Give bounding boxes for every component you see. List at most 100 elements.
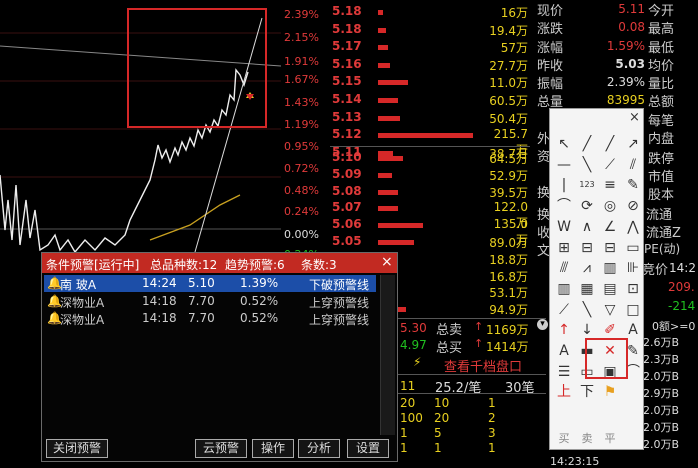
settings-button[interactable]: 设置 [347,439,389,458]
depth-row[interactable]: 5.18 19.4万 [330,22,530,39]
up-arrow-tool-icon[interactable]: ↑ [554,320,574,340]
drawing-toolbox[interactable]: × ↖ ╱ ╱ ↗ — ╲ ⟋ ⫽ | 123 ≡ ✎ ⌒ ⟳ ◎ ⊘ W ∧ ∠ ⋀ ⊞ ⊟ ⊟ ▭ ⫻ ⩘ ▥ ⊪ ▥ ▦ ▤ ⊡ ⟋ ╲ ▽ □… [549,108,644,450]
analyze-button[interactable]: 分析 [298,439,340,458]
menu-tool-icon[interactable]: ☰ [554,362,574,382]
depth-row[interactable]: 5.14 60.5万 [330,92,530,109]
quote-value: 1.59% [606,39,645,53]
depth-price: 5.17 [332,39,362,54]
depth-row[interactable]: 5.13 50.4万 [330,110,530,127]
depth-row[interactable]: 5.16 27.7万 [330,57,530,74]
depth-row[interactable]: 5.15 11.0万 [330,74,530,91]
parallel-tool-icon[interactable]: ⫽ [623,155,643,175]
rect-tool-icon[interactable]: □ [623,300,643,320]
spiral-tool-icon[interactable]: ⟳ [577,196,597,216]
pencil-tool-icon[interactable]: ✎ [623,175,643,195]
box-tool-icon[interactable]: ▭ [623,238,643,258]
quote-label: 竞价 [642,263,669,278]
quote-label: 量比 [648,77,675,92]
depth-volume: 57万 [500,41,528,56]
depth-volume-bar [378,133,473,139]
depth-row[interactable]: 5.07 122.0万 [330,200,530,230]
trade-volume: 1 [434,441,442,455]
grid-tool-icon[interactable]: ⊟ [577,238,597,258]
trade-volume: 5 [434,426,442,440]
line-tool-icon[interactable]: ╱ [577,134,597,154]
pct-label: 1.19% [284,118,319,131]
flag-tool-icon[interactable]: ⚑ [600,382,620,402]
depth-row[interactable]: 5.18 16万 [330,4,530,21]
bars3-tool-icon[interactable]: ▤ [600,279,620,299]
depth-volume-bar [378,223,423,229]
depth-row[interactable]: 5.06 135.0万 [330,217,530,247]
trade-label-tool[interactable]: 卖 [577,430,597,450]
pct-label: 0.48% [284,184,319,197]
depth-row[interactable]: 5.10 64.5万 [330,150,530,167]
blank-tool-icon[interactable] [623,382,643,402]
close-icon[interactable]: × [381,254,393,270]
depth-volume-bar [378,45,388,51]
depth-row[interactable]: 5.09 52.9万 [330,167,530,184]
alert-panel-titlebar[interactable]: 条件预警[运行中] 总品种数:12 趋势预警:6 条数:3 × [42,253,397,273]
arc-tool-icon[interactable]: ⌒ [554,196,574,216]
alert-stock-name: 深物业A [60,296,105,310]
stripes2-tool-icon[interactable]: ▦ [577,279,597,299]
down-label-tool-icon[interactable]: 下 [577,382,597,402]
ray-tool-icon[interactable]: ╱ [600,134,620,154]
trade-label-tool[interactable]: 平 [600,430,620,450]
trade-label-tool[interactable]: 买 [554,430,574,450]
box2-tool-icon[interactable]: ⊡ [623,279,643,299]
segment-tool-icon[interactable]: ╲ [577,155,597,175]
tick-tool-icon[interactable]: 123 [577,175,597,195]
depth-volume-bar [378,80,408,86]
tri-tool-icon[interactable]: ▽ [600,300,620,320]
depth-volume-bar [378,156,403,161]
alert-row[interactable]: 🔔 深物业A 14:18 7.70 0.52% 上穿预警线 [44,293,376,310]
alert-stock-name: 深物业A [60,313,105,327]
tick-volume: 2.0万B [643,370,680,383]
alert-scrollbar[interactable] [380,275,395,435]
cursor-tool-icon[interactable]: ↖ [554,134,574,154]
depth-volume: 18.8万 [489,252,528,267]
alert-pct: 1.39% [240,276,279,290]
depth-row[interactable]: 5.17 57万 [330,39,530,56]
close-alert-button[interactable]: 关闭预警 [46,439,108,458]
zigzag-tool-icon[interactable]: ∧ [577,217,597,237]
angle-tool-icon[interactable]: ∠ [600,217,620,237]
gann-tool-icon[interactable]: ⊞ [554,238,574,258]
channel-tool-icon[interactable]: ≡ [600,175,620,195]
depth-row[interactable]: 5.12 215.7万 [330,127,530,157]
hline-tool-icon[interactable]: — [554,155,574,175]
fan2-tool-icon[interactable]: ╲ [577,300,597,320]
cycle-tool-icon[interactable]: ⊘ [623,196,643,216]
fan-tool-icon[interactable]: ⊟ [600,238,620,258]
scale-tool-icon[interactable]: ⫻ [554,258,574,278]
quote-label: 股本 [648,188,675,203]
diag-tool-icon[interactable]: ⟋ [554,300,574,320]
condition-alert-panel[interactable]: 条件预警[运行中] 总品种数:12 趋势预警:6 条数:3 × 🔔 南 玻A 1… [41,252,398,462]
toolbox-close-icon[interactable]: × [629,110,640,125]
operate-button[interactable]: 操作 [252,439,294,458]
alert-row[interactable]: 🔔 南 玻A 14:24 5.10 1.39% 下破预警线 [44,275,376,292]
fib-tool-icon[interactable]: ⋀ [623,217,643,237]
depth-volume: 50.4万 [489,111,528,126]
text-sm-tool-icon[interactable]: A [554,341,574,361]
range-tool-icon[interactable]: ⩘ [577,258,597,278]
wave-tool-icon[interactable]: W [554,217,574,237]
up-label-tool-icon[interactable]: 上 [554,382,574,402]
view-depth-link[interactable]: 查看千档盘口 [444,356,522,375]
stripes-tool-icon[interactable]: ▥ [554,279,574,299]
cloud-alert-button[interactable]: 云预警 [195,439,247,458]
bars2-tool-icon[interactable]: ⊪ [623,258,643,278]
alert-type: 下破预警线 [309,278,370,292]
chevron-down-icon[interactable]: ▾ [537,319,548,330]
circle-tool-icon[interactable]: ◎ [600,196,620,216]
bars-tool-icon[interactable]: ▥ [600,258,620,278]
depth-row[interactable]: 5.08 39.5万 [330,184,530,201]
price-line-tool-icon[interactable]: ⟋ [600,155,620,175]
alert-row[interactable]: 🔔 深物业A 14:18 7.70 0.52% 上穿预警线 [44,310,376,327]
vline-tool-icon[interactable]: | [554,175,574,195]
depth-price: 5.05 [332,234,362,248]
quote-label: PE(动) [644,242,681,256]
arrow-line-tool-icon[interactable]: ↗ [623,134,643,154]
depth-row[interactable]: 5.05 89.0万 [330,234,530,251]
